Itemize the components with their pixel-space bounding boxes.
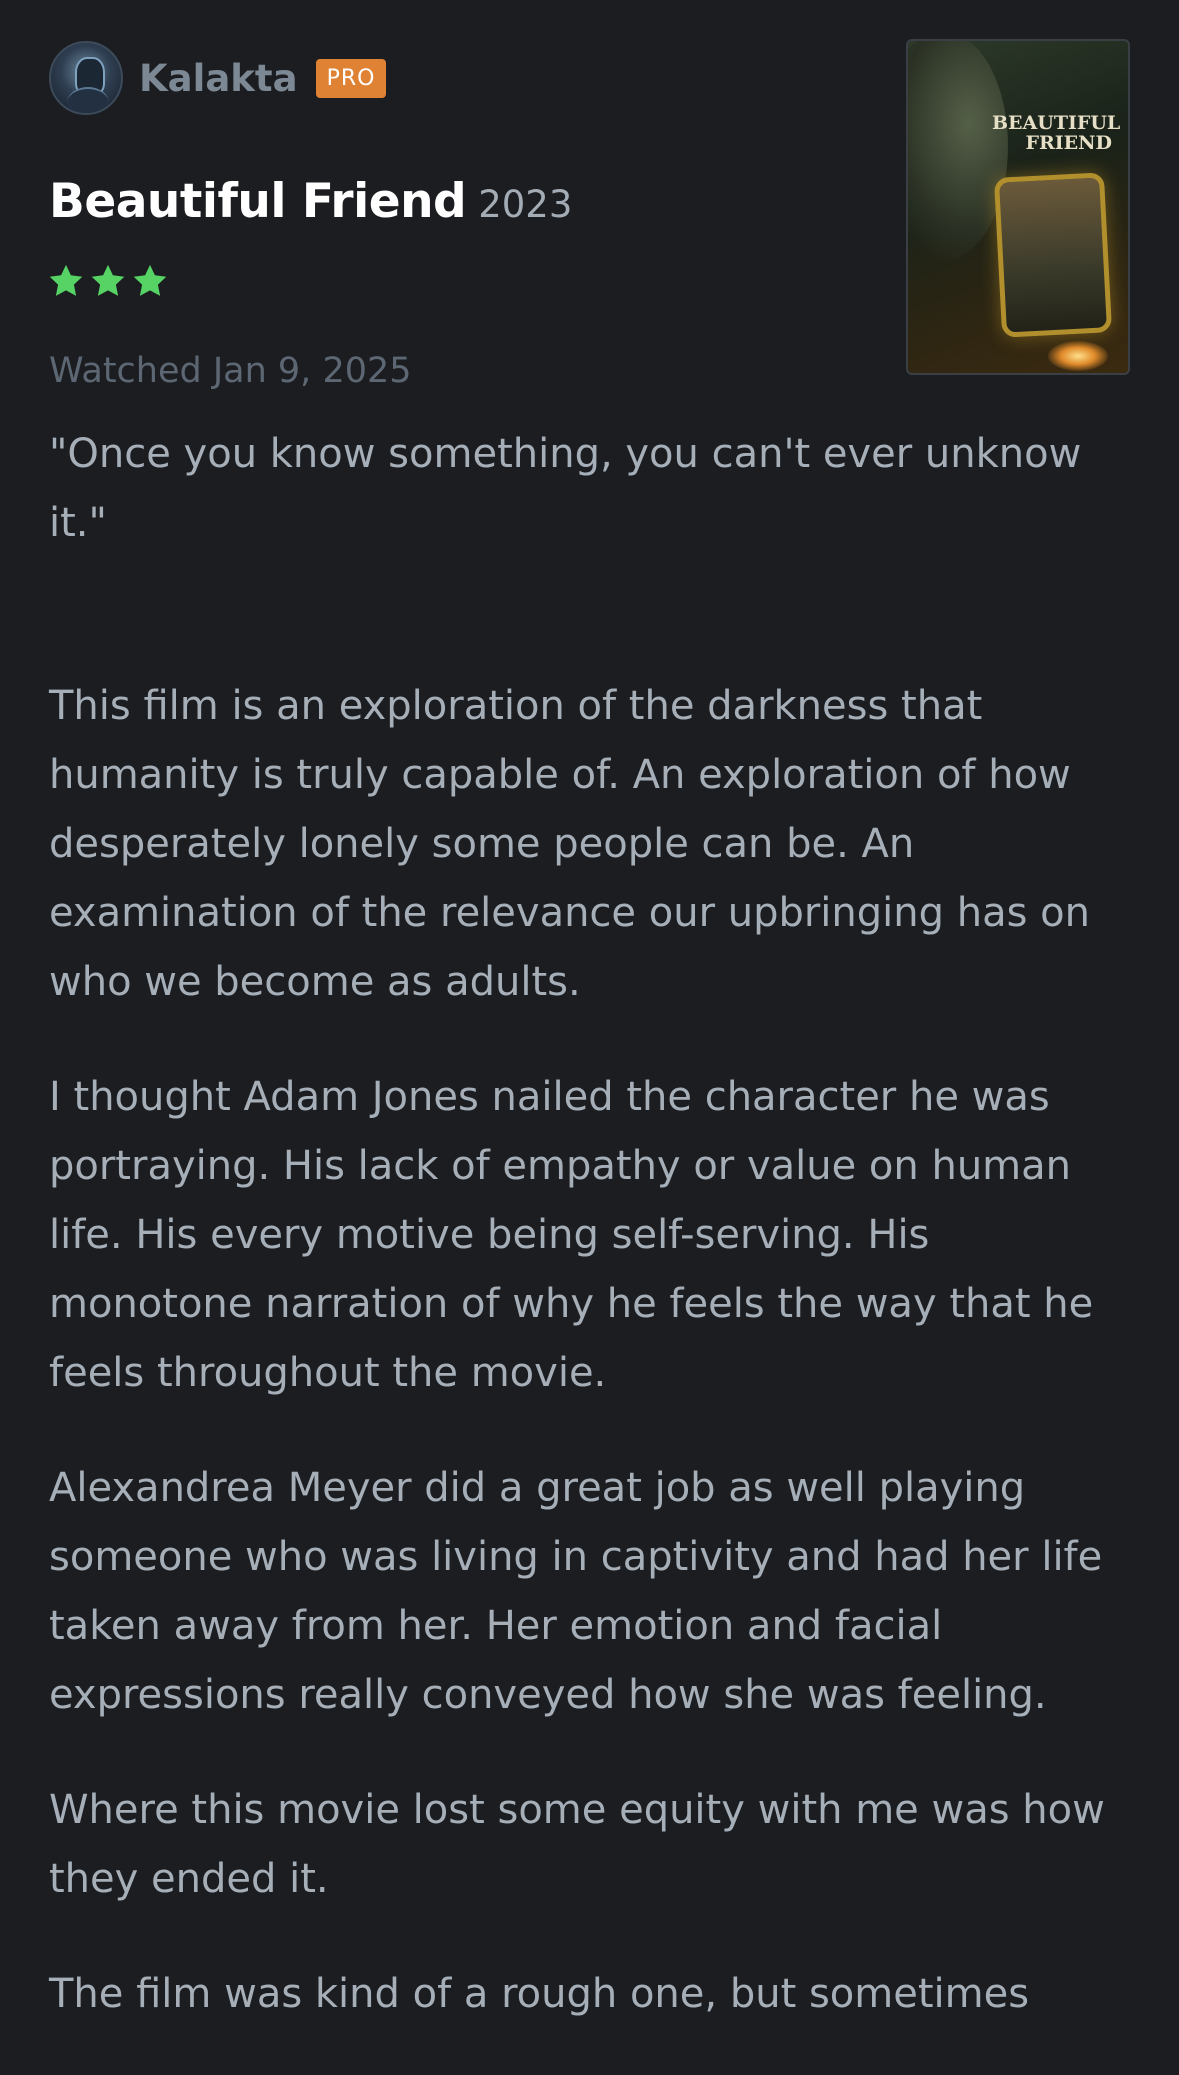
film-title[interactable]: Beautiful Friend xyxy=(49,174,467,229)
star-icon xyxy=(133,264,167,296)
watched-date: Watched Jan 9, 2025 xyxy=(49,351,412,391)
review-paragraph: This film is an exploration of the darkn… xyxy=(49,683,1090,1005)
pro-badge: PRO xyxy=(315,58,387,98)
review-body: "Once you know something, you can't ever… xyxy=(49,420,1139,2075)
review-paragraph: The film was kind of a rough one, but so… xyxy=(49,1971,1030,2017)
review-paragraph: I thought Adam Jones nailed the characte… xyxy=(49,1074,1094,1396)
film-poster[interactable]: BEAUTIFUL FRIEND xyxy=(906,39,1130,375)
review-paragraph: Where this movie lost some equity with m… xyxy=(49,1787,1105,1902)
poster-title: BEAUTIFUL FRIEND xyxy=(992,112,1121,154)
reviewer-name[interactable]: Kalakta xyxy=(139,57,298,100)
poster-glow-art xyxy=(1048,341,1108,371)
film-year[interactable]: 2023 xyxy=(478,183,572,226)
reviewer-header: Kalakta PRO xyxy=(49,40,387,116)
star-rating xyxy=(47,262,169,300)
film-title-row: Beautiful Friend 2023 xyxy=(49,174,572,229)
poster-mirror-art xyxy=(993,172,1113,338)
star-icon xyxy=(91,264,125,296)
review-paragraph: Alexandrea Meyer did a great job as well… xyxy=(49,1465,1103,1718)
review-quote: "Once you know something, you can't ever… xyxy=(49,431,1082,546)
star-icon xyxy=(49,264,83,296)
avatar[interactable] xyxy=(49,41,123,115)
